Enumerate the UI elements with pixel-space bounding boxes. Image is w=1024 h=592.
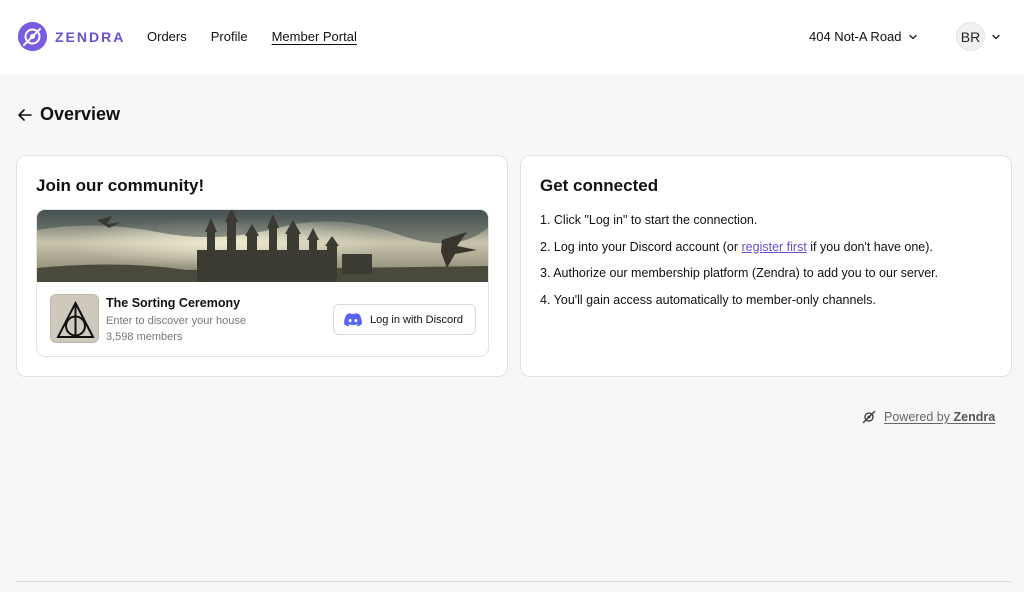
address-selector[interactable]: 404 Not-A Road [809, 28, 918, 46]
logo-text: ZENDRA [55, 28, 126, 45]
discord-server-card: The Sorting Ceremony Enter to discover y… [36, 209, 489, 357]
main-nav: Orders Profile Member Portal [147, 28, 381, 46]
zendra-mark-icon [862, 410, 876, 424]
register-first-link[interactable]: register first [742, 240, 807, 254]
powered-by-prefix: Powered by [884, 410, 954, 424]
server-icon [50, 294, 99, 343]
log-in-with-discord-button[interactable]: Log in with Discord [333, 304, 476, 335]
discord-icon [344, 312, 362, 326]
step-2-text-after: if you don't have one). [806, 239, 933, 254]
step-1: 1. Click "Log in" to start the connectio… [540, 213, 758, 227]
powered-by-brand: Zendra [953, 410, 996, 424]
server-banner-image [37, 210, 488, 282]
nav-member-portal[interactable]: Member Portal [272, 28, 357, 46]
get-connected-card: Get connected 1. Click "Log in" to start… [520, 155, 1012, 377]
nav-orders[interactable]: Orders [147, 28, 187, 46]
avatar-initials: BR [960, 28, 981, 45]
get-connected-title: Get connected [540, 176, 659, 195]
avatar: BR [956, 22, 985, 51]
step-2-text-before: 2. Log into your Discord account (or [540, 239, 742, 254]
step-3: 3. Authorize our membership platform (Ze… [540, 266, 939, 280]
arrow-left-icon[interactable] [16, 106, 34, 124]
page-header: Overview [16, 104, 120, 125]
step-2: 2. Log into your Discord account (or reg… [540, 238, 938, 265]
address-label: 404 Not-A Road [809, 29, 902, 44]
community-card-title: Join our community! [36, 176, 205, 195]
server-member-count: 3,598 members [106, 331, 183, 343]
zendra-logo-icon [18, 22, 47, 51]
user-menu[interactable]: BR [956, 22, 1001, 51]
powered-by-zendra-link[interactable]: Powered by Zendra [862, 410, 995, 424]
footer-divider [16, 581, 1012, 582]
top-navigation-bar: ZENDRA Orders Profile Member Portal 404 … [0, 0, 1024, 75]
community-card: Join our community! The Sorting Ceremony… [16, 155, 508, 377]
step-4: 4. You'll gain access automatically to m… [540, 292, 876, 307]
nav-profile[interactable]: Profile [211, 28, 248, 46]
server-description: Enter to discover your house [106, 315, 247, 327]
powered-by-text: Powered by Zendra [884, 410, 995, 424]
server-name: The Sorting Ceremony [106, 296, 241, 310]
server-info-row: The Sorting Ceremony Enter to discover y… [37, 282, 488, 356]
log-in-with-discord-label: Log in with Discord [370, 313, 463, 326]
page-title: Overview [40, 104, 121, 124]
zendra-logo[interactable]: ZENDRA [18, 22, 125, 51]
chevron-down-icon [908, 34, 917, 40]
chevron-down-icon [992, 34, 1000, 39]
connection-steps-list: 1. Click "Log in" to start the connectio… [540, 211, 938, 317]
